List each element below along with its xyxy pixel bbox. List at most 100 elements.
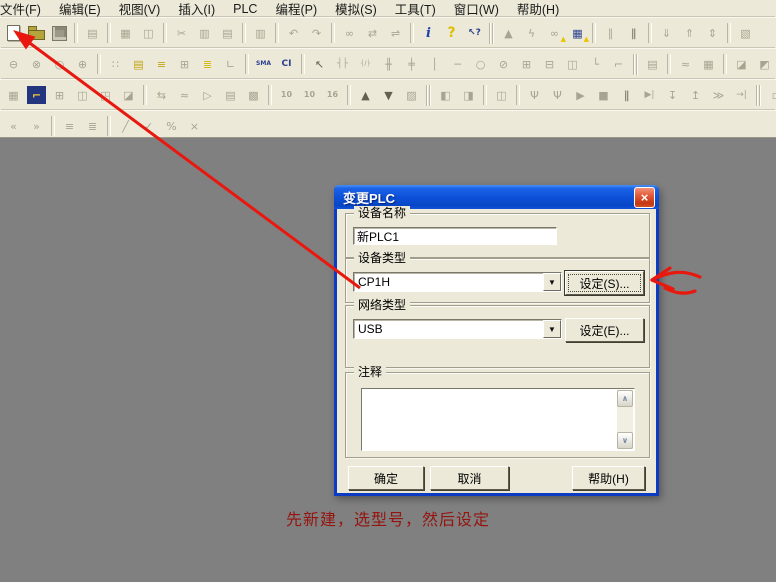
comment-scrollbar[interactable]: ∧ ∨	[617, 390, 633, 449]
plc-verify-icon[interactable]: ▦▲	[566, 22, 589, 44]
watch-window-icon[interactable]: ≈	[173, 84, 196, 106]
note-delete-icon[interactable]: ◩	[753, 53, 776, 75]
undo-icon[interactable]: ↶	[282, 22, 305, 44]
pause-monitor-icon[interactable]: ∥	[599, 22, 622, 44]
network-type-combobox[interactable]: USB ▼	[353, 319, 562, 339]
window-comment-icon[interactable]: ◫	[490, 84, 513, 106]
network-type-dropdown-icon[interactable]: ▼	[543, 320, 561, 338]
sim-step-out-icon[interactable]: ↥	[684, 84, 707, 106]
monitor-down-icon[interactable]: ▼	[377, 84, 400, 106]
rung-wrap-icon[interactable]: ≡	[58, 115, 81, 137]
sim-trace-icon[interactable]: ▫	[764, 84, 776, 106]
find-icon[interactable]: ∞	[338, 22, 361, 44]
device-type-dropdown-icon[interactable]: ▼	[543, 273, 561, 291]
new-coil-icon[interactable]: ○	[469, 53, 492, 75]
window-diagram-icon[interactable]: ◳	[94, 84, 117, 106]
sim-pause-icon[interactable]: ∥	[615, 84, 638, 106]
force-on-pen-icon[interactable]: ╱	[114, 115, 137, 137]
menu-window[interactable]: 窗口(W)	[445, 0, 508, 19]
new-or-closed-contact-icon[interactable]: ╪	[400, 53, 423, 75]
scroll-up-icon[interactable]: ∧	[617, 390, 633, 407]
zoom-in-icon[interactable]: ⊕	[71, 53, 94, 75]
transfer-from-plc-icon[interactable]: ⇑	[678, 22, 701, 44]
context-help-icon[interactable]: ↖?	[463, 22, 486, 44]
new-plc-instruction-icon[interactable]: ⊟	[538, 53, 561, 75]
paste-special-icon[interactable]: ▥	[249, 22, 272, 44]
online-edit-send-icon[interactable]: Ψ	[546, 84, 569, 106]
address-reference-icon[interactable]: ⇆	[150, 84, 173, 106]
rung-unwrap-icon[interactable]: ≣	[81, 115, 104, 137]
show-monitor-box-icon[interactable]: ⊞	[173, 53, 196, 75]
device-name-input[interactable]	[353, 227, 557, 245]
new-closed-contact-icon[interactable]: ┤/├	[354, 53, 377, 75]
compare-with-plc-icon[interactable]: ⇕	[701, 22, 724, 44]
zoom-fit-icon[interactable]: ⊗	[25, 53, 48, 75]
new-contact-icon[interactable]: ┤├	[331, 53, 354, 75]
io-table-icon[interactable]: ▤	[219, 84, 242, 106]
network-type-settings-button[interactable]: 设定(E)...	[565, 318, 644, 342]
menu-simulation[interactable]: 模拟(S)	[326, 0, 386, 19]
select-mode-icon[interactable]: ↖	[308, 53, 331, 75]
new-file-icon[interactable]	[2, 22, 25, 44]
new-closed-coil-icon[interactable]: ⊘	[492, 53, 515, 75]
force-set-icon[interactable]: ▤	[641, 53, 664, 75]
section-hierarchy-icon[interactable]: ∟	[219, 53, 242, 75]
menu-insert[interactable]: 插入(I)	[169, 0, 224, 19]
show-rungs-icon[interactable]: ≣	[196, 53, 219, 75]
sim-step-into-icon[interactable]: ↧	[661, 84, 684, 106]
menu-plc[interactable]: PLC	[224, 1, 266, 17]
io-comment-icon[interactable]: ▦	[2, 84, 25, 106]
mnemonic-view-icon[interactable]: ▷	[196, 84, 219, 106]
force-off-pen-icon[interactable]: ✓	[137, 115, 160, 137]
cut-icon[interactable]: ✂	[170, 22, 193, 44]
window-search-icon[interactable]: ◫	[71, 84, 94, 106]
menu-program[interactable]: 编程(P)	[266, 0, 326, 19]
compile-all-icon[interactable]: ⌐	[27, 86, 46, 104]
toggle-grid-icon[interactable]: ∷	[104, 53, 127, 75]
address-increment-icon[interactable]: ▦	[697, 53, 720, 75]
online-edit-begin-icon[interactable]: Ψ	[523, 84, 546, 106]
cancel-button[interactable]: 取消	[430, 466, 509, 490]
new-vertical-line-icon[interactable]: │	[423, 53, 446, 75]
scroll-down-icon[interactable]: ∨	[617, 432, 633, 449]
help-icon[interactable]: ?	[440, 22, 463, 44]
sim-fast-forward-icon[interactable]: ≫	[707, 84, 730, 106]
batch-check-icon[interactable]: ∞▲	[543, 22, 566, 44]
format-signed-decimal-icon[interactable]: 10	[298, 84, 321, 106]
close-icon[interactable]: ×	[634, 187, 655, 208]
replace-icon[interactable]: ⇄	[361, 22, 384, 44]
sma-table-icon[interactable]: SMA	[252, 53, 275, 75]
copy-icon[interactable]: ▥	[193, 22, 216, 44]
line-connect-low-icon[interactable]: └	[584, 53, 607, 75]
transfer-to-plc-icon[interactable]: ⇓	[655, 22, 678, 44]
sim-stop-icon[interactable]: ■	[592, 84, 615, 106]
about-info-icon[interactable]: i	[417, 22, 440, 44]
sim-step-run-icon[interactable]: ▶|	[638, 84, 661, 106]
menu-help[interactable]: 帮助(H)	[508, 0, 568, 19]
redo-icon[interactable]: ↷	[305, 22, 328, 44]
properties-icon[interactable]: ◪	[117, 84, 140, 106]
force-percent-pen-icon[interactable]: %	[160, 115, 183, 137]
new-function-block-icon[interactable]: ◫	[561, 53, 584, 75]
ci-window-icon[interactable]: CI	[275, 53, 298, 75]
zoom-100-icon[interactable]: ○	[48, 53, 71, 75]
indent-increase-icon[interactable]: »	[25, 115, 48, 137]
memory-view-icon[interactable]: ▩	[242, 84, 265, 106]
paste-icon[interactable]: ▤	[216, 22, 239, 44]
online-run-icon[interactable]: ϟ	[520, 22, 543, 44]
compile-icon[interactable]: ▲	[497, 22, 520, 44]
format-decimal-icon[interactable]: 10	[275, 84, 298, 106]
window-tile-icon[interactable]: ◨	[457, 84, 480, 106]
help-button[interactable]: 帮助(H)	[572, 466, 645, 490]
menu-tools[interactable]: 工具(T)	[386, 0, 445, 19]
print-preview-icon[interactable]: ◫	[137, 22, 160, 44]
pause-icon[interactable]: ∥	[622, 22, 645, 44]
open-file-icon[interactable]	[25, 22, 48, 44]
print-icon[interactable]: ▦	[114, 22, 137, 44]
ok-button[interactable]: 确定	[348, 466, 424, 490]
note-insert-icon[interactable]: ◪	[730, 53, 753, 75]
device-type-settings-button[interactable]: 设定(S)...	[565, 271, 644, 295]
window-symbols-icon[interactable]: ⊞	[48, 84, 71, 106]
save-file-icon[interactable]	[48, 22, 71, 44]
indent-decrease-icon[interactable]: «	[2, 115, 25, 137]
